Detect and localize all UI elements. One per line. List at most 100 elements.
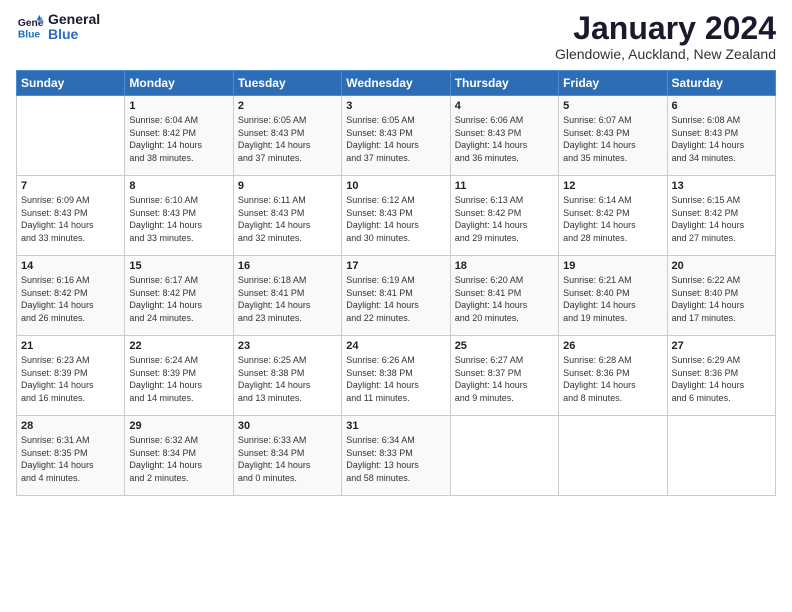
daylight-label: Daylight: 14 hours [21, 460, 94, 470]
daylight-label: Daylight: 14 hours [238, 140, 311, 150]
day-number: 1 [129, 100, 228, 112]
calendar-cell: 23 Sunrise: 6:25 AM Sunset: 8:38 PM Dayl… [233, 336, 341, 416]
daylight-detail: and 33 minutes. [21, 233, 85, 243]
day-info: Sunrise: 6:15 AM Sunset: 8:42 PM Dayligh… [672, 194, 771, 244]
calendar-week-1: 7 Sunrise: 6:09 AM Sunset: 8:43 PM Dayli… [17, 176, 776, 256]
sunset-label: Sunset: 8:43 PM [455, 128, 522, 138]
daylight-detail: and 19 minutes. [563, 313, 627, 323]
daylight-label: Daylight: 14 hours [455, 380, 528, 390]
day-info: Sunrise: 6:17 AM Sunset: 8:42 PM Dayligh… [129, 274, 228, 324]
daylight-detail: and 36 minutes. [455, 153, 519, 163]
sunset-label: Sunset: 8:42 PM [129, 128, 196, 138]
day-info: Sunrise: 6:18 AM Sunset: 8:41 PM Dayligh… [238, 274, 337, 324]
sunrise-label: Sunrise: 6:17 AM [129, 275, 198, 285]
sunset-label: Sunset: 8:38 PM [346, 368, 413, 378]
day-number: 5 [563, 100, 662, 112]
daylight-label: Daylight: 14 hours [129, 460, 202, 470]
calendar-cell [667, 416, 775, 496]
calendar-cell: 3 Sunrise: 6:05 AM Sunset: 8:43 PM Dayli… [342, 96, 450, 176]
calendar-cell: 8 Sunrise: 6:10 AM Sunset: 8:43 PM Dayli… [125, 176, 233, 256]
day-number: 7 [21, 180, 120, 192]
daylight-detail: and 37 minutes. [346, 153, 410, 163]
day-info: Sunrise: 6:09 AM Sunset: 8:43 PM Dayligh… [21, 194, 120, 244]
day-number: 11 [455, 180, 554, 192]
daylight-detail: and 26 minutes. [21, 313, 85, 323]
daylight-detail: and 2 minutes. [129, 473, 188, 483]
day-number: 17 [346, 260, 445, 272]
daylight-label: Daylight: 13 hours [346, 460, 419, 470]
calendar-cell: 31 Sunrise: 6:34 AM Sunset: 8:33 PM Dayl… [342, 416, 450, 496]
daylight-detail: and 11 minutes. [346, 393, 409, 403]
sunrise-label: Sunrise: 6:24 AM [129, 355, 198, 365]
calendar-cell [17, 96, 125, 176]
daylight-detail: and 6 minutes. [672, 393, 731, 403]
sunrise-label: Sunrise: 6:19 AM [346, 275, 415, 285]
sunset-label: Sunset: 8:33 PM [346, 448, 413, 458]
daylight-detail: and 38 minutes. [129, 153, 193, 163]
day-number: 24 [346, 340, 445, 352]
sunrise-label: Sunrise: 6:18 AM [238, 275, 307, 285]
sunrise-label: Sunrise: 6:28 AM [563, 355, 632, 365]
sunset-label: Sunset: 8:34 PM [238, 448, 305, 458]
daylight-detail: and 28 minutes. [563, 233, 627, 243]
daylight-label: Daylight: 14 hours [455, 300, 528, 310]
day-info: Sunrise: 6:05 AM Sunset: 8:43 PM Dayligh… [238, 114, 337, 164]
calendar-cell: 5 Sunrise: 6:07 AM Sunset: 8:43 PM Dayli… [559, 96, 667, 176]
day-number: 20 [672, 260, 771, 272]
calendar-cell: 19 Sunrise: 6:21 AM Sunset: 8:40 PM Dayl… [559, 256, 667, 336]
sunset-label: Sunset: 8:36 PM [672, 368, 739, 378]
day-number: 22 [129, 340, 228, 352]
daylight-label: Daylight: 14 hours [238, 220, 311, 230]
calendar-cell: 25 Sunrise: 6:27 AM Sunset: 8:37 PM Dayl… [450, 336, 558, 416]
day-number: 29 [129, 420, 228, 432]
day-info: Sunrise: 6:28 AM Sunset: 8:36 PM Dayligh… [563, 354, 662, 404]
daylight-label: Daylight: 14 hours [238, 460, 311, 470]
daylight-detail: and 20 minutes. [455, 313, 519, 323]
sunrise-label: Sunrise: 6:34 AM [346, 435, 415, 445]
sunrise-label: Sunrise: 6:33 AM [238, 435, 307, 445]
daylight-detail: and 16 minutes. [21, 393, 85, 403]
daylight-detail: and 9 minutes. [455, 393, 514, 403]
sunset-label: Sunset: 8:40 PM [672, 288, 739, 298]
daylight-detail: and 58 minutes. [346, 473, 410, 483]
day-info: Sunrise: 6:32 AM Sunset: 8:34 PM Dayligh… [129, 434, 228, 484]
calendar-cell: 26 Sunrise: 6:28 AM Sunset: 8:36 PM Dayl… [559, 336, 667, 416]
sunset-label: Sunset: 8:39 PM [21, 368, 88, 378]
calendar-cell [559, 416, 667, 496]
sunrise-label: Sunrise: 6:29 AM [672, 355, 741, 365]
sunrise-label: Sunrise: 6:11 AM [238, 195, 306, 205]
daylight-label: Daylight: 14 hours [129, 380, 202, 390]
calendar-cell: 24 Sunrise: 6:26 AM Sunset: 8:38 PM Dayl… [342, 336, 450, 416]
daylight-label: Daylight: 14 hours [21, 380, 94, 390]
sunset-label: Sunset: 8:43 PM [672, 128, 739, 138]
calendar-cell: 1 Sunrise: 6:04 AM Sunset: 8:42 PM Dayli… [125, 96, 233, 176]
day-info: Sunrise: 6:10 AM Sunset: 8:43 PM Dayligh… [129, 194, 228, 244]
sunset-label: Sunset: 8:43 PM [346, 208, 413, 218]
sunrise-label: Sunrise: 6:09 AM [21, 195, 90, 205]
sunset-label: Sunset: 8:41 PM [346, 288, 413, 298]
day-number: 4 [455, 100, 554, 112]
daylight-detail: and 35 minutes. [563, 153, 627, 163]
calendar-body: 1 Sunrise: 6:04 AM Sunset: 8:42 PM Dayli… [17, 96, 776, 496]
sunrise-label: Sunrise: 6:07 AM [563, 115, 632, 125]
day-number: 21 [21, 340, 120, 352]
day-number: 31 [346, 420, 445, 432]
sunset-label: Sunset: 8:36 PM [563, 368, 630, 378]
sunrise-label: Sunrise: 6:14 AM [563, 195, 632, 205]
col-wednesday: Wednesday [342, 71, 450, 96]
calendar-cell: 30 Sunrise: 6:33 AM Sunset: 8:34 PM Dayl… [233, 416, 341, 496]
day-number: 27 [672, 340, 771, 352]
sunrise-label: Sunrise: 6:04 AM [129, 115, 198, 125]
daylight-label: Daylight: 14 hours [563, 140, 636, 150]
sunrise-label: Sunrise: 6:20 AM [455, 275, 524, 285]
sunrise-label: Sunrise: 6:13 AM [455, 195, 524, 205]
logo-text: General Blue [48, 12, 100, 43]
daylight-label: Daylight: 14 hours [672, 380, 745, 390]
day-info: Sunrise: 6:23 AM Sunset: 8:39 PM Dayligh… [21, 354, 120, 404]
daylight-label: Daylight: 14 hours [21, 220, 94, 230]
daylight-label: Daylight: 14 hours [21, 300, 94, 310]
day-info: Sunrise: 6:05 AM Sunset: 8:43 PM Dayligh… [346, 114, 445, 164]
calendar-week-0: 1 Sunrise: 6:04 AM Sunset: 8:42 PM Dayli… [17, 96, 776, 176]
sunset-label: Sunset: 8:42 PM [21, 288, 88, 298]
title-block: January 2024 Glendowie, Auckland, New Ze… [555, 12, 776, 62]
